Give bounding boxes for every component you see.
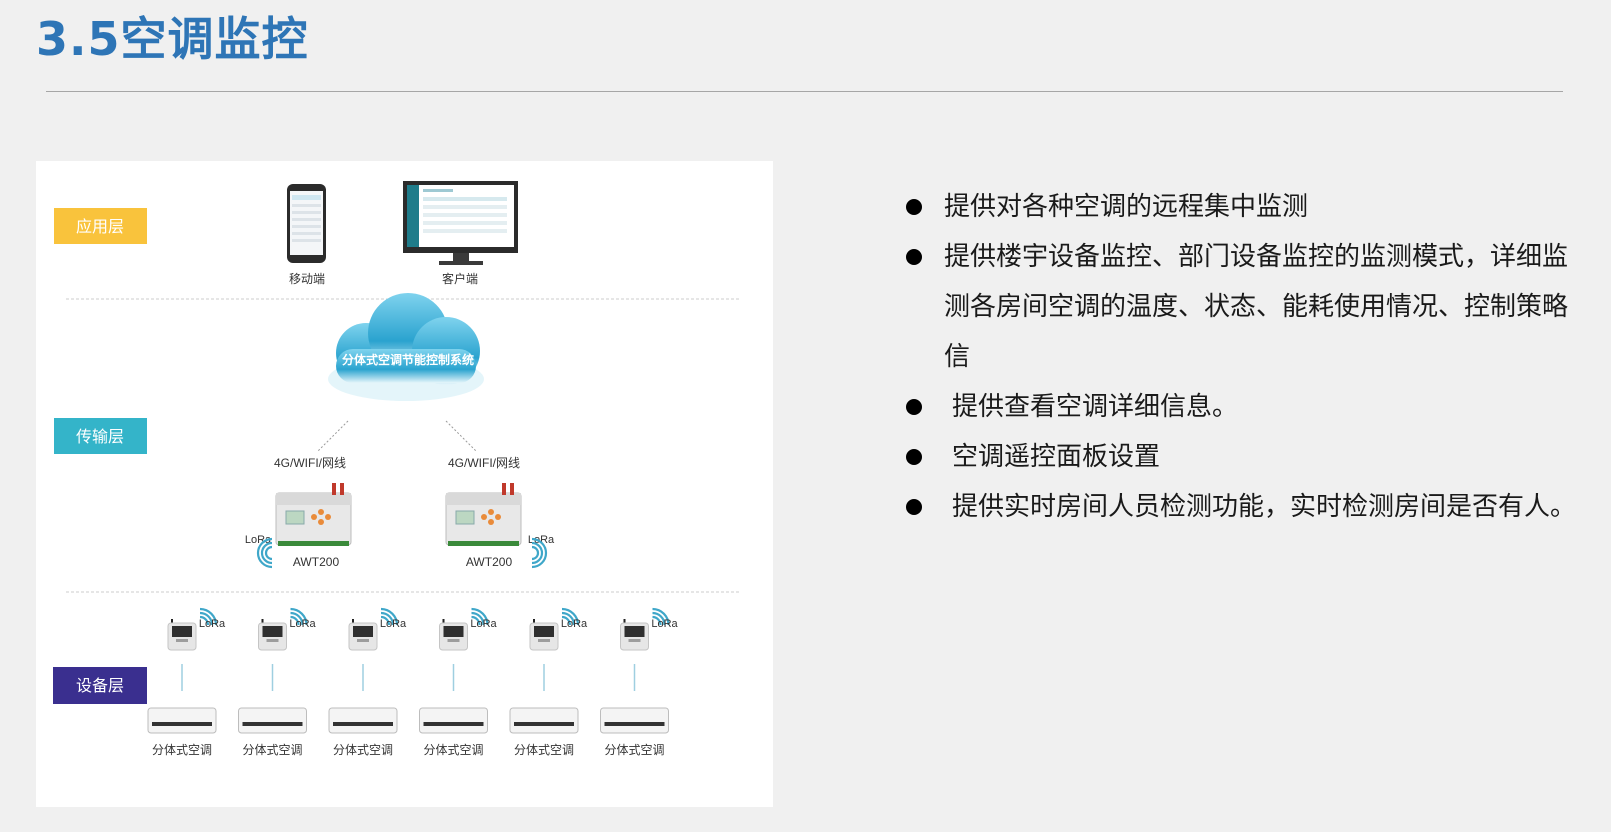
list-item: 提供实时房间人员检测功能，实时检测房间是否有人。 [900, 482, 1580, 532]
list-item-text: 提供查看空调详细信息。 [952, 392, 1239, 422]
mobile-client-label: 移动端 [289, 272, 325, 286]
application-layer-badge: 应用层 [54, 208, 147, 244]
list-item-text: 提供对各种空调的远程集中监测 [944, 192, 1309, 222]
air-conditioner-icon [238, 707, 307, 734]
bullet-icon [906, 399, 922, 415]
device-layer-label: 设备层 [76, 677, 124, 695]
air-conditioner-icon [509, 707, 579, 734]
ac-unit-label: 分体式空调 [152, 743, 212, 757]
device-column: LoRa 分体式空调 [238, 607, 317, 757]
list-item-text: 提供楼宇设备监控、部门设备监控的监测模式，详细监测各房间空调的温度、状态、能耗使… [944, 242, 1569, 372]
transport-layer-label: 传输层 [76, 428, 124, 446]
bullet-icon [906, 499, 922, 515]
lora-sensor-icon [167, 619, 197, 651]
mobile-phone-icon [287, 184, 326, 263]
device-lora-label: LoRa [289, 618, 316, 630]
lora-sensor-icon [620, 619, 649, 651]
cloud-link-right [445, 420, 477, 452]
desktop-monitor-icon [403, 181, 518, 265]
page-title: 3.5空调监控 [36, 12, 309, 66]
cloud-system-label: 分体式空调节能控制系统 [342, 352, 474, 367]
list-item: 提供楼宇设备监控、部门设备监控的监测模式，详细监测各房间空调的温度、状态、能耗使… [900, 232, 1580, 382]
device-lora-label: LoRa [651, 618, 678, 630]
desktop-client-label: 客户端 [442, 271, 478, 286]
title-divider [46, 91, 1563, 92]
ac-unit-label: 分体式空调 [514, 743, 574, 757]
bullet-icon [906, 199, 922, 215]
air-conditioner-icon [419, 707, 488, 734]
device-lora-label: LoRa [470, 618, 497, 630]
ac-unit-label: 分体式空调 [333, 743, 393, 757]
gateway-device-right [445, 483, 522, 546]
ac-unit-label: 分体式空调 [242, 743, 302, 757]
gateway-name-right: AWT200 [466, 555, 513, 569]
feature-list: 提供对各种空调的远程集中监测 提供楼宇设备监控、部门设备监控的监测模式，详细监测… [900, 182, 1580, 532]
device-column: LoRa 分体式空调 [147, 607, 226, 757]
ac-unit-label: 分体式空调 [423, 743, 483, 757]
ac-unit-label: 分体式空调 [604, 743, 664, 757]
application-layer-label: 应用层 [76, 217, 124, 236]
list-item: 提供对各种空调的远程集中监测 [900, 182, 1580, 232]
device-column: LoRa 分体式空调 [600, 607, 679, 757]
device-column: LoRa 分体式空调 [419, 607, 498, 757]
lora-sensor-icon [439, 619, 468, 651]
lora-sensor-icon [348, 619, 378, 651]
bullet-icon [906, 449, 922, 465]
air-conditioner-icon [147, 707, 217, 734]
list-item-text: 提供实时房间人员检测功能，实时检测房间是否有人。 [952, 492, 1577, 522]
gateway-name-left: AWT200 [293, 555, 340, 569]
device-lora-label: LoRa [380, 618, 407, 630]
list-item-text: 空调遥控面板设置 [952, 442, 1161, 472]
lora-sensor-icon [258, 619, 287, 651]
air-conditioner-icon [328, 707, 398, 734]
gateway-link-label-left: 4G/WIFI/网线 [274, 456, 346, 470]
device-lora-label: LoRa [199, 618, 226, 630]
lora-sensor-icon [529, 619, 559, 651]
air-conditioner-icon [600, 707, 669, 734]
gateway-device-left [275, 483, 352, 546]
architecture-diagram: 应用层 传输层 设备层 移动端 客户端 分体式空调节能控制系统 4G/WIFI/… [36, 161, 773, 807]
list-item: 空调遥控面板设置 [900, 432, 1580, 482]
device-column: LoRa 分体式空调 [328, 607, 407, 757]
device-lora-label: LoRa [561, 618, 588, 630]
device-layer-badge: 设备层 [53, 667, 147, 704]
device-column: LoRa 分体式空调 [509, 607, 588, 757]
list-item: 提供查看空调详细信息。 [900, 382, 1580, 432]
transport-layer-badge: 传输层 [54, 418, 147, 454]
bullet-icon [906, 249, 922, 265]
gateway-link-label-right: 4G/WIFI/网线 [448, 456, 520, 470]
cloud-icon [328, 293, 484, 401]
cloud-link-left [317, 420, 349, 452]
